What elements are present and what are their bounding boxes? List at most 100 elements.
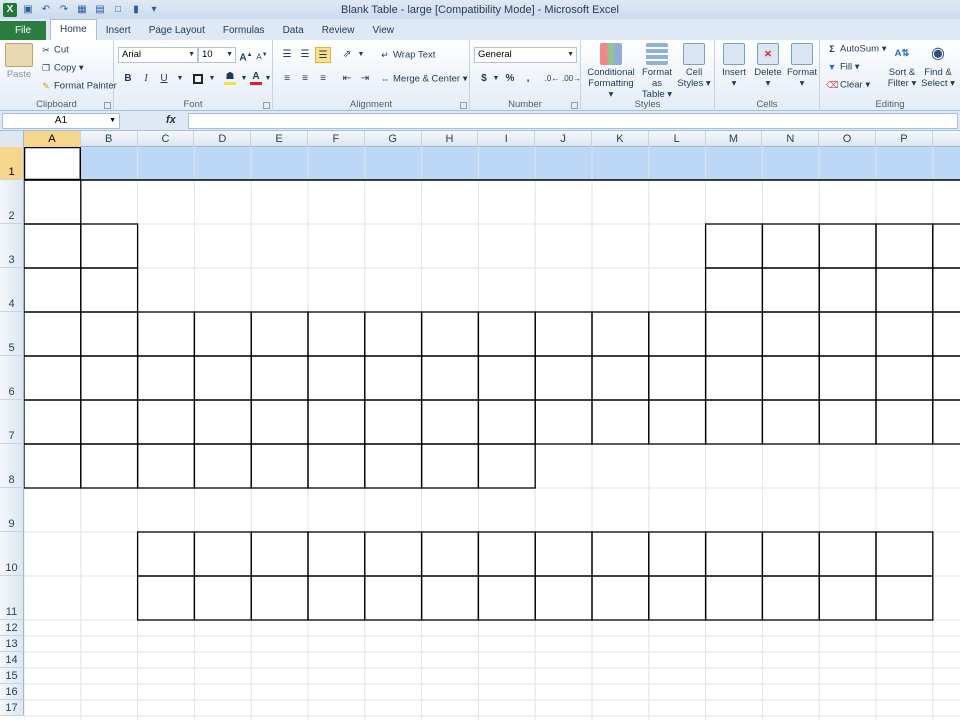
column-header-n[interactable]: N bbox=[762, 131, 820, 147]
excel-app-icon[interactable]: X bbox=[3, 2, 17, 17]
column-header-k[interactable]: K bbox=[592, 131, 649, 147]
format-painter-button[interactable]: ✎ Format Painter bbox=[40, 80, 117, 92]
row-header-2[interactable]: 2 bbox=[0, 180, 24, 224]
fill-button[interactable]: ▼ Fill ▾ bbox=[826, 61, 860, 73]
sort-filter-button[interactable]: A⇅ Sort & Filter ▾ bbox=[884, 43, 920, 89]
increase-decimal-icon[interactable]: .0← bbox=[544, 71, 560, 87]
copy-button[interactable]: ❐ Copy ▾ bbox=[40, 62, 84, 74]
row-header-15[interactable]: 15 bbox=[0, 668, 24, 684]
insert-function-icon[interactable]: fx bbox=[166, 114, 176, 126]
align-bottom-icon[interactable]: ☰ bbox=[315, 47, 331, 63]
row-header-10[interactable]: 10 bbox=[0, 532, 24, 576]
format-cells-button[interactable]: Format ▾ bbox=[785, 43, 819, 89]
row-header-5[interactable]: 5 bbox=[0, 312, 24, 356]
underline-button[interactable]: U bbox=[156, 71, 172, 87]
cell-styles-button[interactable]: Cell Styles ▾ bbox=[677, 43, 711, 89]
column-header-j[interactable]: J bbox=[535, 131, 592, 147]
orientation-dropdown-icon[interactable]: ▼ bbox=[353, 47, 369, 63]
clipboard-dialog-launcher[interactable] bbox=[104, 102, 111, 109]
font-size-combo[interactable]: 10 ▼ bbox=[198, 47, 236, 63]
formula-input[interactable] bbox=[188, 113, 958, 129]
column-header-c[interactable]: C bbox=[138, 131, 195, 147]
column-header-f[interactable]: F bbox=[308, 131, 365, 147]
row-header-9[interactable]: 9 bbox=[0, 488, 24, 532]
autosum-button[interactable]: Σ AutoSum ▾ bbox=[826, 43, 886, 55]
row-header-1[interactable]: 1 bbox=[0, 147, 24, 180]
grow-font-icon[interactable]: A▲ bbox=[238, 47, 254, 63]
decrease-indent-icon[interactable]: ⇤ bbox=[339, 71, 355, 87]
tab-data[interactable]: Data bbox=[274, 21, 313, 40]
align-left-icon[interactable]: ≡ bbox=[279, 71, 295, 87]
borders-dropdown-icon[interactable]: ▼ bbox=[204, 71, 220, 87]
column-header-m[interactable]: M bbox=[706, 131, 763, 147]
delete-cells-button[interactable]: ✕ Delete ▾ bbox=[751, 43, 785, 89]
row-header-11[interactable]: 11 bbox=[0, 576, 24, 620]
decrease-decimal-icon[interactable]: .00→ bbox=[562, 71, 581, 87]
column-header-i[interactable]: I bbox=[478, 131, 536, 147]
cut-button[interactable]: ✂ Cut bbox=[40, 44, 69, 56]
column-header-b[interactable]: B bbox=[81, 131, 138, 147]
row-header-8[interactable]: 8 bbox=[0, 444, 24, 488]
row-header-7[interactable]: 7 bbox=[0, 400, 24, 444]
column-header-g[interactable]: G bbox=[365, 131, 422, 147]
tab-home[interactable]: Home bbox=[50, 19, 97, 40]
font-dialog-launcher[interactable] bbox=[263, 102, 270, 109]
tab-file[interactable]: File bbox=[0, 21, 46, 40]
align-center-icon[interactable]: ≡ bbox=[297, 71, 313, 87]
bold-button[interactable]: B bbox=[120, 71, 136, 87]
row-header-16[interactable]: 16 bbox=[0, 684, 24, 700]
font-name-combo[interactable]: Arial ▼ bbox=[118, 47, 198, 63]
row-header-13[interactable]: 13 bbox=[0, 636, 24, 652]
tab-review[interactable]: Review bbox=[313, 21, 364, 40]
number-dialog-launcher[interactable] bbox=[571, 102, 578, 109]
alignment-dialog-launcher[interactable] bbox=[460, 102, 467, 109]
row-header-3[interactable]: 3 bbox=[0, 224, 24, 268]
align-right-icon[interactable]: ≡ bbox=[315, 71, 331, 87]
shrink-font-icon[interactable]: A▼ bbox=[254, 47, 270, 63]
paste-button[interactable]: Paste bbox=[4, 43, 34, 80]
save-icon[interactable]: ▣ bbox=[21, 3, 35, 17]
tab-view[interactable]: View bbox=[363, 21, 403, 40]
column-header-a[interactable]: A bbox=[24, 131, 81, 147]
row-header-12[interactable]: 12 bbox=[0, 620, 24, 636]
tab-formulas[interactable]: Formulas bbox=[214, 21, 274, 40]
print-icon[interactable]: ▤ bbox=[93, 3, 107, 17]
column-header-d[interactable]: D bbox=[194, 131, 252, 147]
format-as-table-button[interactable]: Format as Table ▾ bbox=[637, 43, 677, 100]
select-all-corner[interactable] bbox=[0, 131, 24, 147]
column-header-l[interactable]: L bbox=[649, 131, 706, 147]
italic-button[interactable]: I bbox=[138, 71, 154, 87]
percent-button[interactable]: % bbox=[502, 71, 518, 87]
open-folder-icon[interactable]: ▮ bbox=[129, 3, 143, 17]
clear-button[interactable]: ⌫Clear ▾ bbox=[826, 79, 870, 91]
number-format-combo[interactable]: General ▼ bbox=[474, 47, 577, 63]
insert-cells-button[interactable]: Insert ▾ bbox=[717, 43, 751, 89]
column-header-p[interactable]: P bbox=[876, 131, 933, 147]
redo-icon[interactable]: ↷ bbox=[57, 3, 71, 17]
new-file-icon[interactable]: □ bbox=[111, 3, 125, 17]
undo-icon[interactable]: ↶ bbox=[39, 3, 53, 17]
column-header-partial[interactable] bbox=[933, 131, 960, 147]
column-header-h[interactable]: H bbox=[422, 131, 479, 147]
increase-indent-icon[interactable]: ⇥ bbox=[357, 71, 373, 87]
align-top-icon[interactable]: ☰ bbox=[279, 47, 295, 63]
cell-grid[interactable] bbox=[24, 147, 960, 720]
comma-button[interactable]: , bbox=[520, 71, 536, 87]
row-header-6[interactable]: 6 bbox=[0, 356, 24, 400]
merge-center-button[interactable]: ⇔ Merge & Center ▾ bbox=[379, 73, 468, 85]
tab-page-layout[interactable]: Page Layout bbox=[140, 21, 214, 40]
underline-dropdown-icon[interactable]: ▼ bbox=[172, 71, 188, 87]
align-middle-icon[interactable]: ☰ bbox=[297, 47, 313, 63]
row-header-14[interactable]: 14 bbox=[0, 652, 24, 668]
row-header-17[interactable]: 17 bbox=[0, 700, 24, 716]
tab-insert[interactable]: Insert bbox=[97, 21, 140, 40]
column-header-o[interactable]: O bbox=[819, 131, 876, 147]
wrap-text-button[interactable]: ↵ Wrap Text bbox=[379, 49, 435, 61]
customize-toolbar-icon[interactable]: ▾ bbox=[147, 3, 161, 17]
name-box[interactable]: A1 ▼ bbox=[2, 113, 120, 129]
row-header-4[interactable]: 4 bbox=[0, 268, 24, 312]
conditional-formatting-button[interactable]: Conditional Formatting ▾ bbox=[585, 43, 637, 100]
column-header-e[interactable]: E bbox=[251, 131, 308, 147]
print-preview-icon[interactable]: ▦ bbox=[75, 3, 89, 17]
find-select-button[interactable]: ◉ Find & Select ▾ bbox=[920, 43, 956, 89]
